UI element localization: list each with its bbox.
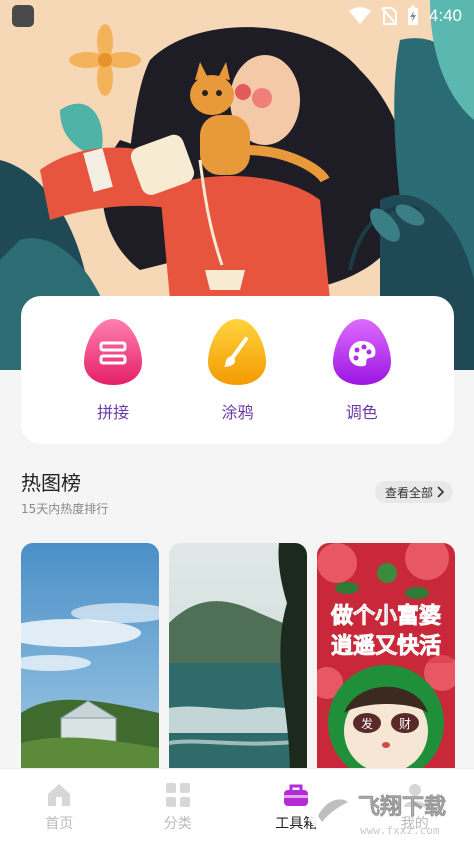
tool-doodle-button[interactable]: 涂鸦 bbox=[197, 317, 277, 423]
sea-mountain-image[interactable] bbox=[169, 543, 307, 783]
screen: 4:40 拼接 涂鸦 调色 热图榜 15天内热度排行 查看全部 发 财 做个小富… bbox=[0, 0, 474, 844]
battery-charging-icon bbox=[407, 6, 418, 25]
tool-doodle-label: 涂鸦 bbox=[221, 403, 254, 422]
glasses-left-text: 发 bbox=[361, 716, 373, 731]
tools-card: 拼接 涂鸦 调色 bbox=[21, 296, 454, 444]
watermark-url: www.fxxz.com bbox=[360, 824, 440, 837]
watermark-brand: 飞翔下载 bbox=[358, 794, 446, 820]
stitch-icon bbox=[82, 317, 144, 387]
nav-home-label: 首页 bbox=[45, 816, 74, 832]
tool-stitch-button[interactable]: 拼接 bbox=[73, 317, 153, 423]
no-sim-icon bbox=[381, 7, 397, 25]
grid-icon bbox=[165, 783, 190, 807]
palette-icon bbox=[331, 317, 393, 387]
glasses-right-text: 财 bbox=[399, 717, 411, 731]
hot-image-list: 发 财 做个小富婆 逍遥又快活 bbox=[21, 543, 455, 783]
status-bar: 4:40 bbox=[0, 0, 474, 32]
app-notification-icon bbox=[12, 5, 34, 27]
nav-home[interactable]: 首页 bbox=[0, 769, 119, 844]
tool-stitch-label: 拼接 bbox=[97, 403, 130, 422]
card-text-line2: 逍遥又快活 bbox=[331, 634, 441, 659]
nav-category-label: 分类 bbox=[163, 816, 192, 832]
nav-category[interactable]: 分类 bbox=[119, 769, 238, 844]
status-indicators: 4:40 bbox=[348, 6, 462, 26]
section-subtitle: 15天内热度排行 bbox=[21, 502, 109, 516]
wifi-icon bbox=[348, 7, 371, 24]
view-all-button[interactable]: 查看全部 bbox=[374, 481, 453, 503]
card-text-line1: 做个小富婆 bbox=[330, 603, 441, 629]
home-icon bbox=[48, 784, 71, 806]
chevron-right-icon bbox=[437, 486, 445, 498]
brush-icon bbox=[206, 317, 268, 387]
section-title: 热图榜 bbox=[21, 471, 81, 495]
tool-color-button[interactable]: 调色 bbox=[322, 317, 402, 423]
watermark-logo: 飞翔下载 www.fxxz.com bbox=[300, 778, 474, 844]
tool-color-label: 调色 bbox=[345, 403, 378, 422]
floral-cartoon-image[interactable]: 发 财 做个小富婆 逍遥又快活 bbox=[317, 543, 455, 783]
sky-greenhouse-image[interactable] bbox=[21, 543, 159, 783]
view-all-label: 查看全部 bbox=[384, 485, 433, 500]
status-time: 4:40 bbox=[428, 6, 462, 25]
